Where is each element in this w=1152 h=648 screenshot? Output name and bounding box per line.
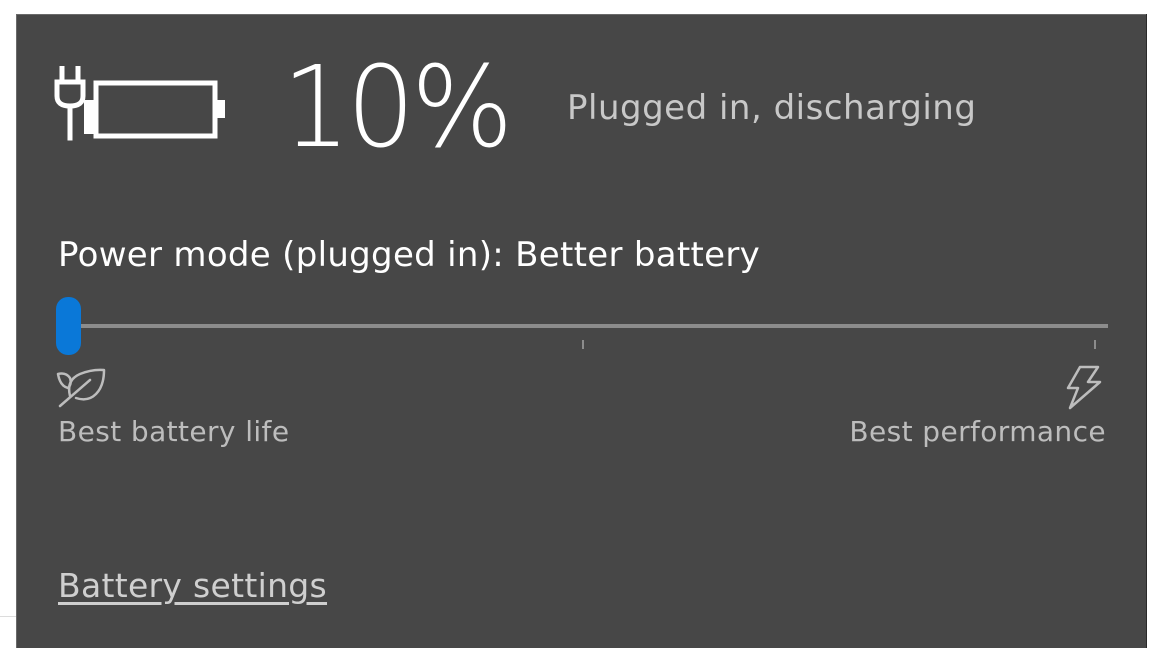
battery-plugged-icon bbox=[54, 66, 225, 141]
power-mode-title: Power mode (plugged in): Better battery bbox=[58, 235, 761, 275]
battery-status: Plugged in, discharging bbox=[567, 88, 977, 128]
leaf-icon bbox=[56, 368, 106, 408]
power-mode-slider[interactable] bbox=[56, 296, 1110, 360]
slider-thumb[interactable] bbox=[56, 297, 81, 355]
battery-settings-link[interactable]: Battery settings bbox=[58, 566, 327, 606]
battery-percentage: 10% bbox=[282, 43, 513, 173]
slider-track[interactable] bbox=[68, 324, 1108, 328]
slider-tick-middle bbox=[582, 340, 584, 349]
lightning-bolt-icon bbox=[1066, 365, 1102, 410]
background-divider bbox=[0, 616, 16, 617]
best-performance-label: Best performance bbox=[849, 415, 1106, 448]
flyout-edge bbox=[1146, 14, 1152, 648]
best-battery-life-label: Best battery life bbox=[58, 415, 290, 448]
slider-tick-end bbox=[1094, 340, 1096, 349]
